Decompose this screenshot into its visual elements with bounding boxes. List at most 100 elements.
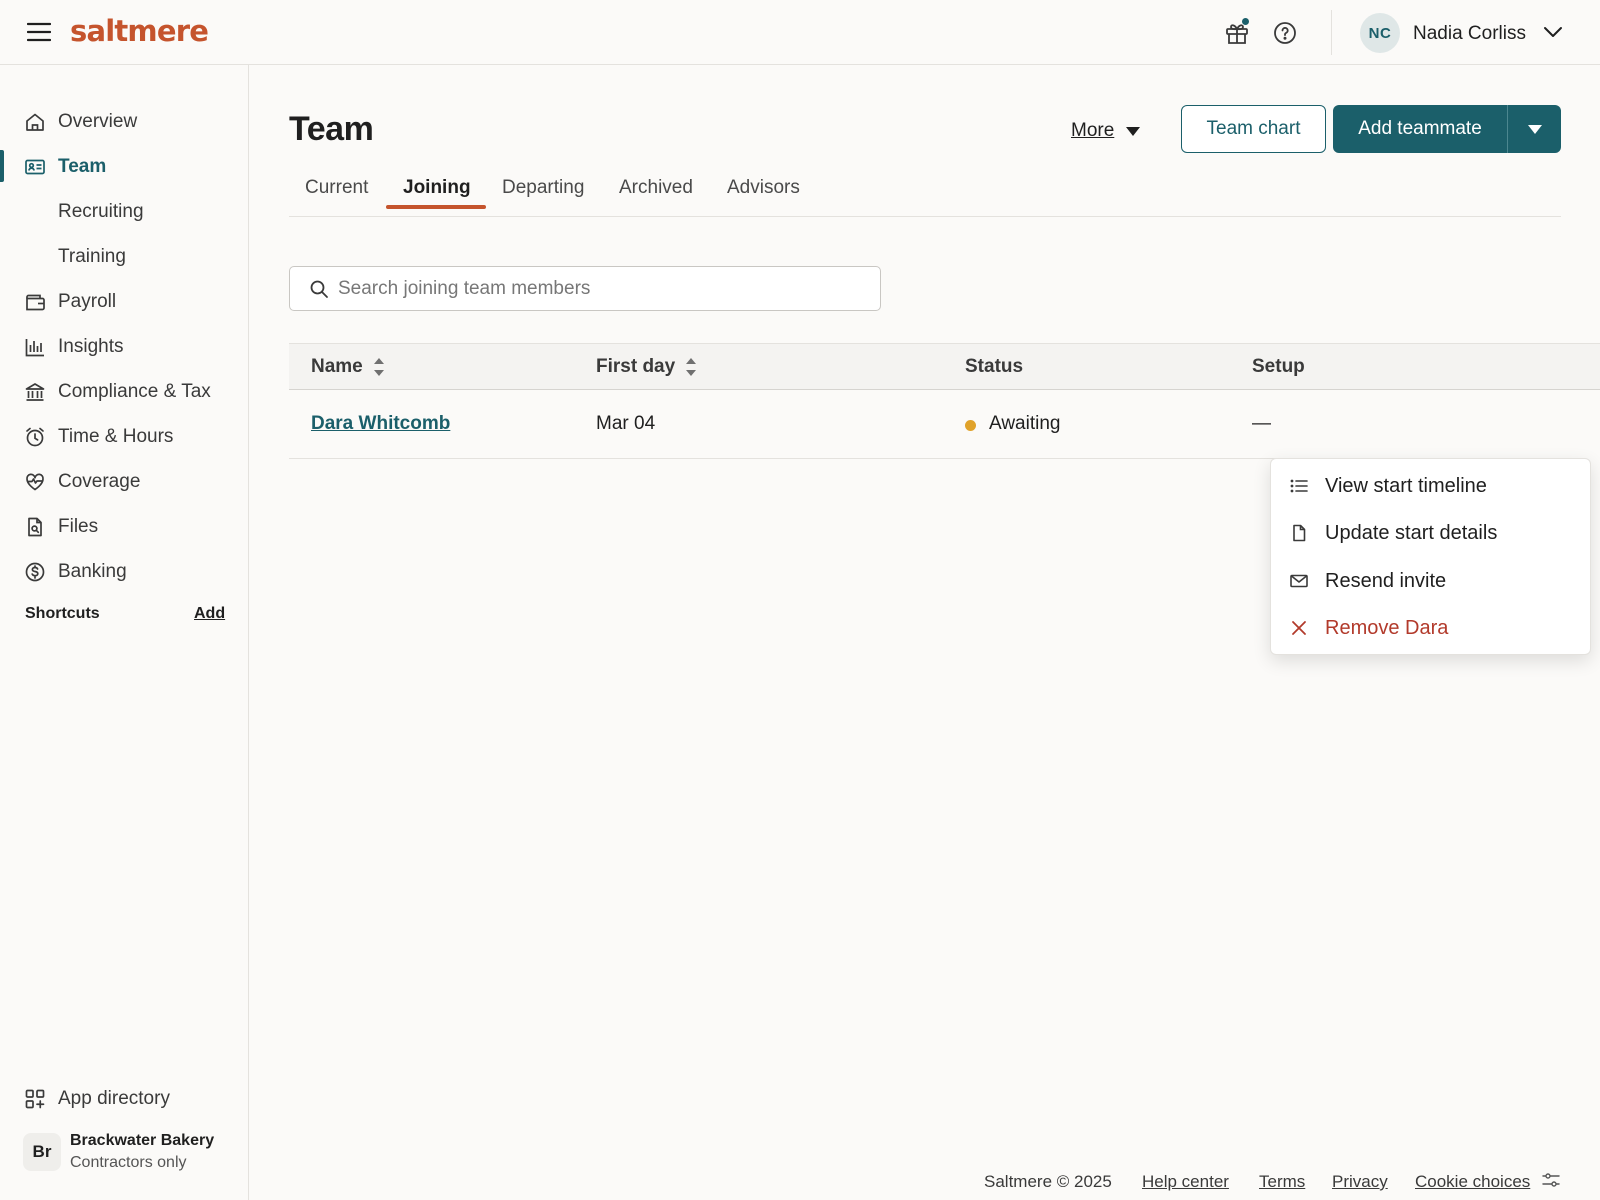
top-bar: saltmere NC Nadia Corliss (0, 0, 1600, 65)
sidebar-item-label: App directory (58, 1088, 170, 1109)
caret-down-icon (1527, 124, 1542, 134)
sidebar-item-label: Training (58, 246, 126, 267)
teammate-name-link[interactable]: Dara Whitcomb (311, 413, 450, 434)
sort-icon (373, 357, 385, 377)
chevron-down-icon (1543, 24, 1563, 40)
menu-item-label: Remove Dara (1325, 617, 1449, 639)
sidebar-item-insights[interactable]: Insights (0, 326, 248, 366)
tab-bar: Current Joining Departing Archived Advis… (289, 172, 1561, 217)
column-header-first-day[interactable]: First day (596, 356, 697, 378)
sidebar-item-team[interactable]: Team (0, 146, 248, 186)
company-subtitle: Contractors only (70, 1154, 187, 1171)
sidebar-item-label: Team (58, 156, 107, 177)
search-input[interactable] (338, 267, 868, 310)
sidebar-item-label: Files (58, 516, 99, 537)
sidebar-item-label: Coverage (58, 471, 141, 492)
avatar: NC (1360, 13, 1400, 53)
sidebar-item-coverage[interactable]: Coverage (0, 461, 248, 501)
sidebar-item-label: Insights (58, 336, 124, 357)
sidebar-item-time-hours[interactable]: Time & Hours (0, 416, 248, 456)
tab-current[interactable]: Current (305, 177, 368, 199)
active-tab-indicator (386, 205, 486, 209)
menu-item-label: Update start details (1325, 522, 1498, 544)
tab-advisors[interactable]: Advisors (727, 177, 800, 199)
notification-dot (1241, 17, 1250, 26)
sidebar: Overview Team Recruiting Training Payrol… (0, 65, 249, 1200)
list-icon (1289, 476, 1309, 496)
file-search-icon (24, 516, 46, 538)
tab-departing[interactable]: Departing (502, 177, 584, 199)
search-box (289, 266, 881, 311)
resend-invite-item[interactable]: Resend invite (1271, 559, 1592, 603)
menu-item-label: Resend invite (1325, 570, 1447, 592)
dollar-circle-icon (24, 561, 46, 583)
column-header-name[interactable]: Name (311, 356, 385, 378)
privacy-link[interactable]: Privacy (1332, 1172, 1388, 1192)
column-header-setup: Setup (1252, 356, 1305, 378)
id-card-icon (24, 156, 46, 178)
column-header-label: Status (965, 356, 1024, 377)
caret-down-icon (1126, 126, 1141, 136)
sidebar-item-label: Banking (58, 561, 127, 582)
add-teammate-button[interactable]: Add teammate (1333, 105, 1507, 153)
sidebar-item-label: Payroll (58, 291, 117, 312)
apps-grid-icon (24, 1088, 46, 1110)
divider (1331, 10, 1332, 55)
sidebar-item-label: Overview (58, 111, 138, 132)
team-chart-button[interactable]: Team chart (1181, 105, 1326, 153)
search-icon (309, 279, 329, 299)
tab-archived[interactable]: Archived (619, 177, 693, 199)
logo[interactable]: saltmere (70, 14, 209, 48)
company-badge: Br (23, 1133, 61, 1171)
table-row: Dara Whitcomb Mar 04 Awaiting — (289, 391, 1561, 459)
row-actions-menu: View start timeline Update start details… (1270, 458, 1591, 655)
sidebar-item-app-directory[interactable]: App directory (0, 1078, 248, 1118)
view-start-timeline-item[interactable]: View start timeline (1271, 464, 1592, 508)
column-header-label: Name (311, 356, 363, 377)
cookie-choices-link[interactable]: Cookie choices (1415, 1172, 1530, 1192)
more-label: More (1071, 120, 1115, 141)
column-header-status: Status (965, 356, 1023, 378)
status-dot (965, 420, 976, 431)
sidebar-item-compliance-tax[interactable]: Compliance & Tax (0, 371, 248, 411)
sidebar-item-training[interactable]: Training (0, 236, 248, 276)
sidebar-item-banking[interactable]: Banking (0, 551, 248, 591)
sidebar-item-recruiting[interactable]: Recruiting (0, 191, 248, 231)
help-icon[interactable] (1272, 20, 1298, 46)
terms-link[interactable]: Terms (1259, 1172, 1305, 1192)
wallet-icon (24, 291, 46, 313)
add-shortcut-link[interactable]: Add (194, 605, 225, 623)
sidebar-item-label: Recruiting (58, 201, 144, 222)
sidebar-item-label: Compliance & Tax (58, 381, 211, 402)
envelope-icon (1289, 571, 1309, 591)
more-dropdown-button[interactable]: More (1071, 116, 1141, 146)
add-teammate-options-button[interactable] (1507, 105, 1561, 153)
bar-chart-icon (24, 336, 46, 358)
user-menu[interactable]: NC Nadia Corliss (1360, 12, 1580, 54)
column-header-label: Setup (1252, 356, 1305, 377)
shortcuts-heading: Shortcuts (25, 605, 100, 622)
active-indicator (0, 150, 4, 182)
sidebar-item-overview[interactable]: Overview (0, 101, 248, 141)
footer: Saltmere © 2025 Help center Terms Privac… (984, 1172, 1584, 1194)
menu-item-label: View start timeline (1325, 475, 1487, 497)
bank-icon (24, 381, 46, 403)
sidebar-item-payroll[interactable]: Payroll (0, 281, 248, 321)
sidebar-item-label: Time & Hours (58, 426, 174, 447)
page-title: Team (289, 110, 374, 148)
company-switcher[interactable]: Br Brackwater Bakery Contractors only (22, 1131, 232, 1183)
update-start-details-item[interactable]: Update start details (1271, 511, 1592, 555)
menu-icon[interactable] (27, 21, 51, 43)
help-center-link[interactable]: Help center (1142, 1172, 1229, 1192)
heart-pulse-icon (24, 471, 46, 493)
close-icon (1289, 618, 1309, 638)
sliders-icon[interactable] (1542, 1172, 1560, 1188)
remove-teammate-item[interactable]: Remove Dara (1271, 606, 1592, 650)
sidebar-item-files[interactable]: Files (0, 506, 248, 546)
alarm-clock-icon (24, 426, 46, 448)
sort-icon (685, 357, 697, 377)
document-icon (1289, 523, 1309, 543)
home-icon (24, 111, 46, 133)
column-header-label: First day (596, 356, 676, 377)
tab-joining[interactable]: Joining (403, 177, 471, 199)
